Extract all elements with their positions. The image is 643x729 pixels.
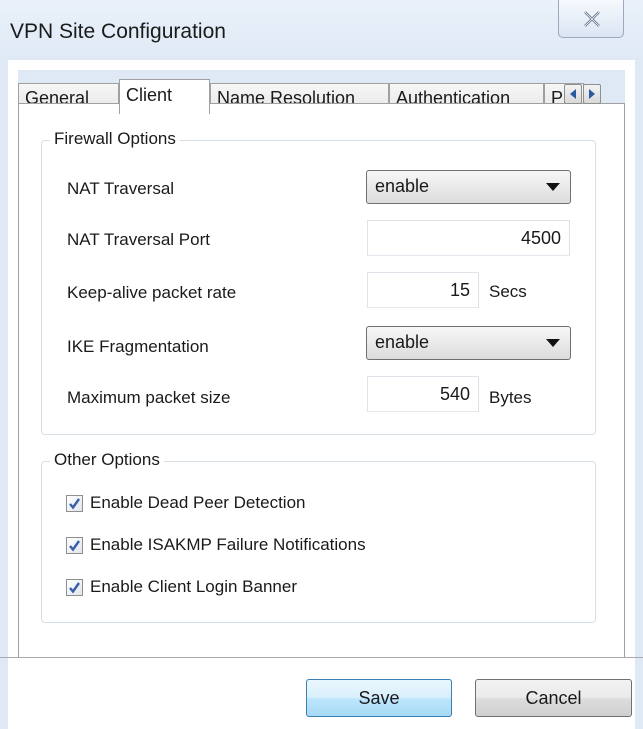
tab-client-label: Client bbox=[126, 85, 173, 105]
isakmp-notifications-label: Enable ISAKMP Failure Notifications bbox=[90, 535, 366, 554]
panel-divider bbox=[0, 657, 643, 658]
keepalive-unit: Secs bbox=[489, 282, 527, 301]
checkbox-box[interactable] bbox=[66, 495, 83, 512]
save-button[interactable]: Save bbox=[306, 679, 452, 717]
keepalive-input[interactable]: 15 bbox=[367, 272, 479, 308]
ike-fragmentation-label: IKE Fragmentation bbox=[67, 337, 209, 356]
checkbox-box[interactable] bbox=[66, 537, 83, 554]
tab-panel-client: Firewall Options NAT Traversal enable NA… bbox=[18, 103, 625, 658]
nat-traversal-port-label: NAT Traversal Port bbox=[67, 230, 210, 249]
keepalive-label: Keep-alive packet rate bbox=[67, 283, 237, 302]
checkmark-icon bbox=[69, 498, 80, 510]
nat-traversal-select[interactable]: enable bbox=[366, 170, 571, 204]
checkbox-box[interactable] bbox=[66, 579, 83, 596]
ike-fragmentation-value: enable bbox=[375, 332, 430, 352]
max-packet-unit: Bytes bbox=[489, 388, 532, 407]
nat-traversal-label: NAT Traversal bbox=[67, 179, 175, 198]
close-button[interactable] bbox=[558, 0, 624, 38]
dialog-body: General Client Name Resolution Authentic… bbox=[8, 60, 635, 729]
window-title: VPN Site Configuration bbox=[10, 20, 226, 43]
other-options-legend: Other Options bbox=[50, 450, 164, 470]
chevron-down-icon bbox=[546, 339, 560, 347]
nat-traversal-port-input[interactable]: 4500 bbox=[367, 220, 570, 256]
close-icon bbox=[584, 11, 600, 27]
chevron-right-icon bbox=[589, 89, 595, 99]
tab-scroll-right-button[interactable] bbox=[583, 84, 601, 104]
checkmark-icon bbox=[69, 540, 80, 552]
chevron-down-icon bbox=[546, 183, 560, 191]
dead-peer-detection-label: Enable Dead Peer Detection bbox=[90, 493, 306, 512]
dialog-window: VPN Site Configuration General Client Na… bbox=[0, 0, 643, 729]
ike-fragmentation-select[interactable]: enable bbox=[366, 326, 571, 360]
firewall-options-legend: Firewall Options bbox=[50, 129, 180, 149]
checkmark-icon bbox=[69, 582, 80, 594]
max-packet-input[interactable]: 540 bbox=[367, 376, 479, 412]
tab-scroll-left-button[interactable] bbox=[564, 84, 582, 104]
chevron-left-icon bbox=[570, 89, 576, 99]
tab-client[interactable]: Client bbox=[119, 79, 210, 114]
title-bar[interactable]: VPN Site Configuration bbox=[0, 0, 643, 60]
max-packet-label: Maximum packet size bbox=[67, 388, 231, 407]
client-login-banner-label: Enable Client Login Banner bbox=[90, 577, 297, 596]
nat-traversal-value: enable bbox=[375, 176, 430, 196]
cancel-button[interactable]: Cancel bbox=[475, 679, 632, 717]
